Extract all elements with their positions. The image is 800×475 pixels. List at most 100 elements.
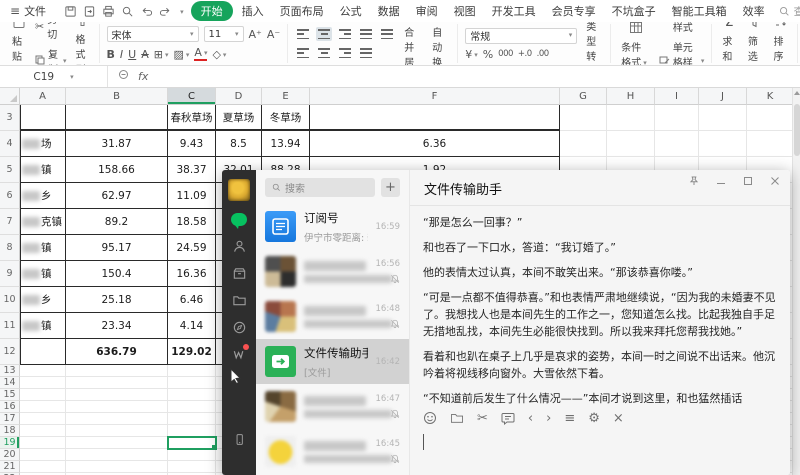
cell-C5[interactable]: 38.37 [168, 157, 216, 183]
row-header-8[interactable]: 8 [0, 235, 20, 261]
cell-A11[interactable]: 镇 [20, 313, 66, 339]
row-header-6[interactable]: 6 [0, 183, 20, 209]
maximize-icon[interactable] [742, 175, 754, 187]
chat-list-item-blurred-2[interactable]: 16:48 [256, 294, 409, 339]
align-bottom-button[interactable] [337, 27, 353, 41]
decrease-decimal-button[interactable]: .00 [537, 49, 549, 59]
chat-list-item-blurred-1[interactable]: 16:56 [256, 249, 409, 294]
cell-I3[interactable] [655, 105, 699, 131]
merge-center-button[interactable]: 合并居中 [401, 22, 423, 66]
cell-C4[interactable]: 9.43 [168, 131, 216, 157]
cell-E3[interactable]: 冬草场 [262, 105, 310, 131]
menu-tab-智能工具箱[interactable]: 智能工具箱 [665, 1, 734, 21]
currency-format-button[interactable]: ¥ [465, 49, 478, 60]
cell-B3[interactable] [66, 105, 168, 131]
copy-button[interactable]: 复制 [35, 46, 67, 66]
cut-button[interactable]: ✂剪切 [35, 22, 67, 41]
cell-H3[interactable] [607, 105, 655, 131]
sidebar-moments-icon[interactable] [231, 319, 247, 335]
align-middle-button[interactable] [316, 27, 332, 41]
cell-A20[interactable] [20, 449, 66, 461]
justify-button[interactable] [358, 46, 374, 60]
thousands-separator-button[interactable]: 000 [498, 49, 513, 59]
print-preview-icon[interactable] [121, 5, 134, 18]
cell-A8[interactable]: 镇 [20, 235, 66, 261]
type-convert-button[interactable]: 类型转换 [583, 22, 603, 66]
sidebar-phone-icon[interactable] [231, 431, 247, 447]
cell-A5[interactable]: 镇 [20, 157, 66, 183]
decrease-indent-button[interactable] [358, 27, 374, 41]
format-painter-button[interactable]: 格式刷 [73, 22, 92, 66]
font-name-select[interactable]: 宋体 [107, 26, 199, 42]
cell-B13[interactable] [66, 365, 168, 377]
cell-C19[interactable] [168, 437, 216, 449]
cell-C9[interactable]: 16.36 [168, 261, 216, 287]
cell-B20[interactable] [66, 449, 168, 461]
cell-C12[interactable]: 129.02 [168, 339, 216, 365]
cell-B8[interactable]: 95.17 [66, 235, 168, 261]
export-icon[interactable] [83, 5, 96, 18]
align-left-button[interactable] [295, 46, 311, 60]
cell-B9[interactable]: 150.4 [66, 261, 168, 287]
column-header-A[interactable]: A [20, 88, 66, 105]
cell-B11[interactable]: 23.34 [66, 313, 168, 339]
sidebar-contacts-icon[interactable] [231, 238, 247, 254]
cell-A14[interactable] [20, 377, 66, 389]
cell-B4[interactable]: 31.87 [66, 131, 168, 157]
angle-left-icon[interactable]: ‹ [528, 412, 533, 425]
chat-history-icon[interactable] [501, 412, 515, 425]
cell-J4[interactable] [699, 131, 747, 157]
cell-A10[interactable]: 乡 [20, 287, 66, 313]
cell-B21[interactable] [66, 461, 168, 473]
cell-A6[interactable]: 乡 [20, 183, 66, 209]
select-all-corner[interactable] [0, 88, 20, 105]
name-box[interactable]: C19 [0, 66, 108, 87]
eraser-button[interactable]: ◇ [212, 49, 226, 60]
font-color-button[interactable]: A [194, 47, 207, 61]
cell-C8[interactable]: 24.59 [168, 235, 216, 261]
scroll-up-icon[interactable] [794, 91, 800, 95]
save-icon[interactable] [64, 5, 77, 18]
cell-B19[interactable] [66, 437, 168, 449]
italic-button[interactable]: I [120, 49, 123, 60]
chat-list-item-文件传输助手[interactable]: 文件传输助手[文件]16:42 [256, 339, 409, 384]
undo-icon[interactable] [140, 5, 153, 18]
cell-A16[interactable] [20, 401, 66, 413]
cell-G4[interactable] [560, 131, 607, 157]
menu-tab-数据[interactable]: 数据 [371, 1, 407, 21]
cell-D4[interactable]: 8.5 [216, 131, 262, 157]
close-icon[interactable] [769, 175, 781, 187]
command-search[interactable]: 查找命令、搜索模板 [779, 4, 800, 19]
cell-I4[interactable] [655, 131, 699, 157]
table-style-button[interactable]: 表格样式 [659, 22, 705, 34]
column-header-E[interactable]: E [262, 88, 310, 105]
wrap-text-button[interactable]: 自动换行 [429, 22, 450, 66]
cell-B17[interactable] [66, 413, 168, 425]
cell-B18[interactable] [66, 425, 168, 437]
menu-tab-会员专享[interactable]: 会员专享 [545, 1, 603, 21]
row-header-7[interactable]: 7 [0, 209, 20, 235]
row-header-13[interactable]: 13 [0, 365, 20, 377]
redo-icon[interactable] [159, 5, 172, 18]
cell-A17[interactable] [20, 413, 66, 425]
menu-tab-开始[interactable]: 开始 [191, 1, 233, 21]
row-header-9[interactable]: 9 [0, 261, 20, 287]
cell-A3[interactable] [20, 105, 66, 131]
folder-icon[interactable] [450, 412, 464, 424]
cell-G3[interactable] [560, 105, 607, 131]
settings-icon[interactable]: ⚙ [588, 412, 600, 425]
cell-C3[interactable]: 春秋草场 [168, 105, 216, 131]
cell-B14[interactable] [66, 377, 168, 389]
new-chat-button[interactable]: + [381, 178, 400, 197]
column-header-I[interactable]: I [655, 88, 699, 105]
sum-button[interactable]: Σ 求和 [719, 22, 739, 66]
scrollbar-thumb[interactable] [794, 104, 800, 156]
cell-C7[interactable]: 18.58 [168, 209, 216, 235]
menu-tab-效率[interactable]: 效率 [736, 1, 772, 21]
vertical-scrollbar[interactable] [792, 88, 800, 475]
conditional-format-button[interactable]: 条件格式 [618, 22, 653, 66]
percent-format-button[interactable]: % [483, 49, 493, 60]
align-right-button[interactable] [337, 46, 353, 60]
cell-A15[interactable] [20, 389, 66, 401]
row-header-10[interactable]: 10 [0, 287, 20, 313]
